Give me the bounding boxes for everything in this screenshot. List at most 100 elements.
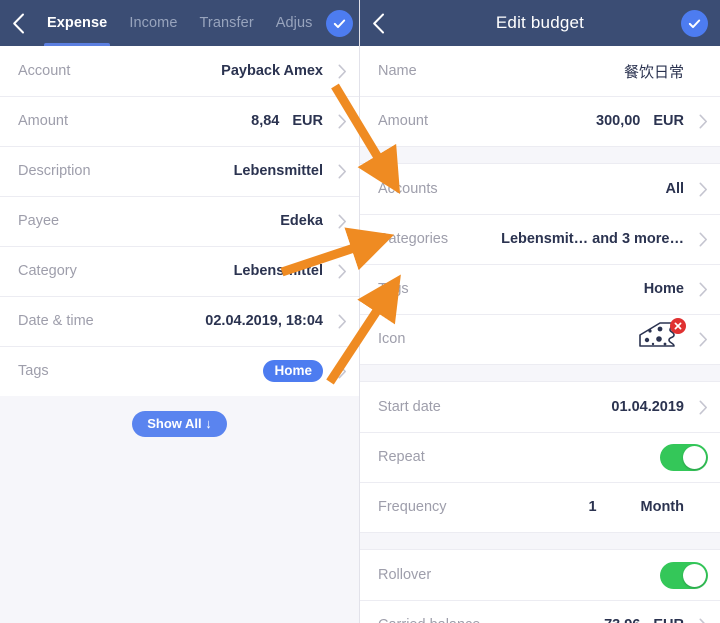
row-repeat-label: Repeat [378, 449, 425, 465]
tag-chip-home[interactable]: Home [263, 359, 323, 383]
row-budget-amount[interactable]: Amount 300,00 EUR [360, 96, 720, 146]
save-budget-button[interactable] [681, 10, 708, 37]
row-carried-balance-value: -73,96 [599, 617, 640, 623]
chevron-right-icon [329, 364, 347, 379]
chevron-right-icon [690, 114, 708, 129]
budget-group-scope: Accounts All Categories Lebensmit… and 3… [360, 164, 720, 364]
toggle-knob [683, 563, 706, 587]
row-category[interactable]: Category Lebensmittel [0, 246, 359, 296]
tab-adjustment-label: Adjus [275, 15, 313, 31]
row-budget-name[interactable]: Name 餐饮日常 [360, 46, 720, 96]
row-description-value: Lebensmittel [233, 163, 323, 179]
row-budget-amount-value: 300,00 [596, 113, 641, 129]
row-budget-tags[interactable]: Tags Home [360, 264, 720, 314]
tab-expense-label: Expense [47, 15, 108, 31]
row-frequency-label: Frequency [378, 499, 447, 515]
group-separator [360, 364, 720, 382]
chevron-right-icon [690, 332, 708, 347]
chevron-left-icon [12, 13, 24, 33]
chevron-right-icon [329, 114, 347, 129]
show-all-container: Show All ↓ [0, 396, 359, 452]
row-budget-amount-currency: EUR [653, 113, 684, 129]
chevron-right-icon [690, 400, 708, 415]
row-account-value: Payback Amex [221, 63, 323, 79]
chevron-right-icon [690, 282, 708, 297]
row-category-label: Category [18, 263, 77, 279]
row-accounts-value: All [665, 181, 684, 197]
row-category-value: Lebensmittel [233, 263, 323, 279]
row-frequency-unit[interactable]: Month [641, 499, 684, 515]
row-frequency[interactable]: Frequency 1 Month [360, 482, 720, 532]
row-description[interactable]: Description Lebensmittel [0, 146, 359, 196]
row-account[interactable]: Account Payback Amex [0, 46, 359, 96]
row-amount-label: Amount [18, 113, 68, 129]
repeat-toggle[interactable] [660, 443, 708, 471]
row-repeat[interactable]: Repeat [360, 432, 720, 482]
transaction-field-group: Account Payback Amex Amount 8,84 EUR Des… [0, 46, 359, 396]
row-budget-name-label: Name [378, 63, 417, 79]
row-categories-value: Lebensmit… and 3 more… [501, 231, 684, 247]
row-tags[interactable]: Tags Home [0, 346, 359, 396]
left-header: Expense Income Transfer Adjus [0, 0, 359, 46]
row-rollover-label: Rollover [378, 567, 432, 583]
row-tags-label: Tags [18, 363, 49, 379]
row-payee-value: Edeka [280, 213, 323, 229]
row-start-date-label: Start date [378, 399, 441, 415]
row-accounts[interactable]: Accounts All [360, 164, 720, 214]
row-accounts-label: Accounts [378, 181, 438, 197]
row-rollover[interactable]: Rollover [360, 550, 720, 600]
row-categories-label: Categories [378, 231, 449, 247]
chevron-right-icon [690, 232, 708, 247]
row-date-time-label: Date & time [18, 313, 94, 329]
budget-field-list: Name 餐饮日常 Amount 300,00 EUR Accounts All… [360, 46, 720, 623]
row-amount[interactable]: Amount 8,84 EUR [0, 96, 359, 146]
tab-transfer[interactable]: Transfer [189, 0, 265, 46]
row-budget-tags-value: Home [643, 281, 684, 297]
delete-badge-icon[interactable] [670, 318, 686, 334]
budget-group-rollover: Rollover Carried balance -73,96 EUR [360, 550, 720, 623]
show-all-button[interactable]: Show All ↓ [132, 411, 227, 437]
row-date-time[interactable]: Date & time 02.04.2019, 18:04 [0, 296, 359, 346]
row-categories[interactable]: Categories Lebensmit… and 3 more… [360, 214, 720, 264]
budget-group-schedule: Start date 01.04.2019 Repeat Frequency 1… [360, 382, 720, 532]
row-start-date[interactable]: Start date 01.04.2019 [360, 382, 720, 432]
row-frequency-quantity[interactable]: 1 [588, 499, 596, 515]
back-button[interactable] [0, 0, 36, 46]
row-account-label: Account [18, 63, 71, 79]
chevron-right-icon [690, 618, 708, 623]
row-description-label: Description [18, 163, 91, 179]
chevron-right-icon [329, 164, 347, 179]
cheese-icon[interactable] [636, 318, 686, 359]
chevron-right-icon [690, 182, 708, 197]
chevron-right-icon [329, 314, 347, 329]
row-budget-tags-label: Tags [378, 281, 409, 297]
chevron-right-icon [329, 214, 347, 229]
group-separator [360, 146, 720, 164]
check-circle-icon [333, 19, 346, 28]
edit-budget-panel: Edit budget Name 餐饮日常 Amount 300,00 EUR … [360, 0, 720, 623]
row-payee-label: Payee [18, 213, 60, 229]
chevron-left-icon [372, 13, 384, 33]
row-carried-balance-currency: EUR [653, 617, 684, 623]
row-payee[interactable]: Payee Edeka [0, 196, 359, 246]
tab-income[interactable]: Income [118, 0, 188, 46]
row-budget-name-value: 餐饮日常 [623, 63, 684, 81]
app-screen: Expense Income Transfer Adjus Account Pa… [0, 0, 720, 623]
row-amount-currency: EUR [292, 113, 323, 129]
row-amount-value: 8,84 [251, 113, 280, 129]
page-title: Edit budget [495, 13, 585, 32]
row-budget-icon[interactable]: Icon [360, 314, 720, 364]
check-circle-icon [688, 19, 701, 29]
rollover-toggle[interactable] [660, 561, 708, 589]
save-transaction-button[interactable] [326, 9, 353, 37]
transaction-type-tabs: Expense Income Transfer Adjus [36, 0, 326, 46]
row-budget-amount-label: Amount [378, 113, 428, 129]
tab-expense[interactable]: Expense [36, 0, 118, 46]
right-header: Edit budget [360, 0, 720, 46]
tab-adjustment[interactable]: Adjus [265, 0, 324, 46]
transaction-editor-panel: Expense Income Transfer Adjus Account Pa… [0, 0, 360, 623]
row-carried-balance[interactable]: Carried balance -73,96 EUR [360, 600, 720, 623]
row-start-date-value: 01.04.2019 [611, 399, 684, 415]
row-carried-balance-label: Carried balance [378, 617, 599, 623]
budget-back-button[interactable] [360, 0, 396, 46]
